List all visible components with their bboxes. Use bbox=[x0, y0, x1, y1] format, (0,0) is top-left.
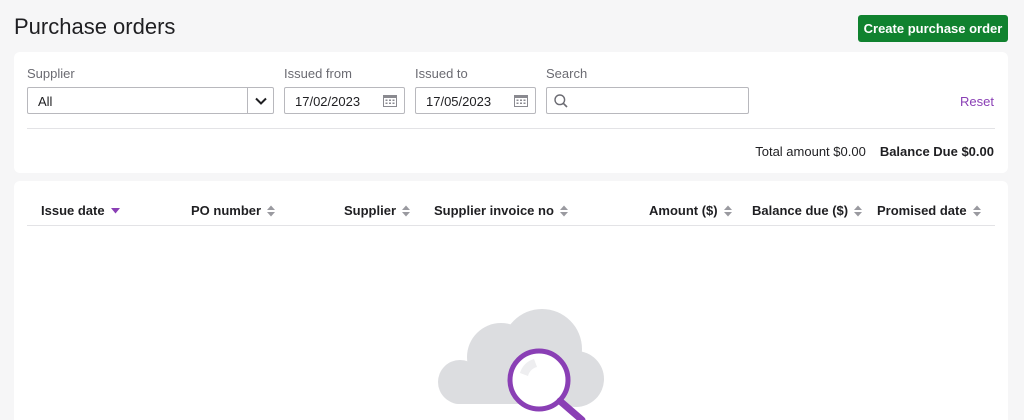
column-header-supplier[interactable]: Supplier bbox=[344, 203, 411, 218]
sort-icon bbox=[402, 205, 411, 216]
issued-to-field[interactable]: 17/05/2023 bbox=[415, 87, 536, 114]
cloud-search-icon bbox=[438, 309, 604, 420]
reset-link[interactable]: Reset bbox=[960, 94, 994, 109]
supplier-select[interactable]: All bbox=[27, 87, 274, 114]
supplier-value: All bbox=[38, 94, 53, 109]
issued-from-field[interactable]: 17/02/2023 bbox=[284, 87, 405, 114]
search-field[interactable] bbox=[546, 87, 749, 114]
calendar-icon[interactable] bbox=[514, 94, 528, 107]
issued-to-label: Issued to bbox=[415, 66, 468, 81]
totals-summary: Total amount $0.00 Balance Due $0.00 bbox=[755, 144, 994, 159]
column-header-supplier-invoice-no[interactable]: Supplier invoice no bbox=[434, 203, 568, 218]
chevron-down-icon bbox=[254, 97, 267, 105]
divider bbox=[27, 128, 995, 129]
column-header-issue-date[interactable]: Issue date bbox=[41, 203, 120, 218]
sort-icon bbox=[723, 205, 732, 216]
purchase-orders-table: Issue date PO number Supplier Supplier i… bbox=[14, 181, 1008, 420]
sort-icon bbox=[559, 205, 568, 216]
column-label: Issue date bbox=[41, 203, 105, 218]
supplier-dropdown-button[interactable] bbox=[247, 88, 273, 113]
search-label: Search bbox=[546, 66, 588, 81]
column-label: Balance due ($) bbox=[752, 203, 849, 218]
sort-icon bbox=[972, 205, 981, 216]
column-label: Promised date bbox=[877, 203, 967, 218]
sort-desc-icon bbox=[110, 207, 120, 213]
column-header-po-number[interactable]: PO number bbox=[191, 203, 276, 218]
sort-icon bbox=[854, 205, 863, 216]
supplier-label: Supplier bbox=[27, 66, 75, 81]
page-title: Purchase orders bbox=[14, 14, 176, 39]
column-label: Amount ($) bbox=[649, 203, 718, 218]
balance-due: Balance Due $0.00 bbox=[879, 144, 994, 159]
search-icon bbox=[554, 94, 568, 108]
issued-from-value: 17/02/2023 bbox=[295, 94, 361, 109]
filter-panel: Supplier All Issued from 17/02/2023 Issu… bbox=[14, 52, 1008, 173]
column-label: Supplier invoice no bbox=[434, 203, 554, 218]
total-amount: Total amount $0.00 bbox=[755, 144, 866, 159]
column-label: Supplier bbox=[344, 203, 397, 218]
search-input[interactable] bbox=[573, 88, 745, 113]
create-purchase-order-button[interactable]: Create purchase order bbox=[858, 15, 1008, 42]
column-label: PO number bbox=[191, 203, 262, 218]
sort-icon bbox=[267, 205, 276, 216]
table-header: Issue date PO number Supplier Supplier i… bbox=[27, 199, 995, 226]
issued-to-value: 17/05/2023 bbox=[426, 94, 492, 109]
column-header-balance-due[interactable]: Balance due ($) bbox=[752, 203, 863, 218]
issued-from-label: Issued from bbox=[284, 66, 352, 81]
calendar-icon[interactable] bbox=[383, 94, 397, 107]
column-header-amount[interactable]: Amount ($) bbox=[649, 203, 732, 218]
column-header-promised-date[interactable]: Promised date bbox=[877, 203, 981, 218]
